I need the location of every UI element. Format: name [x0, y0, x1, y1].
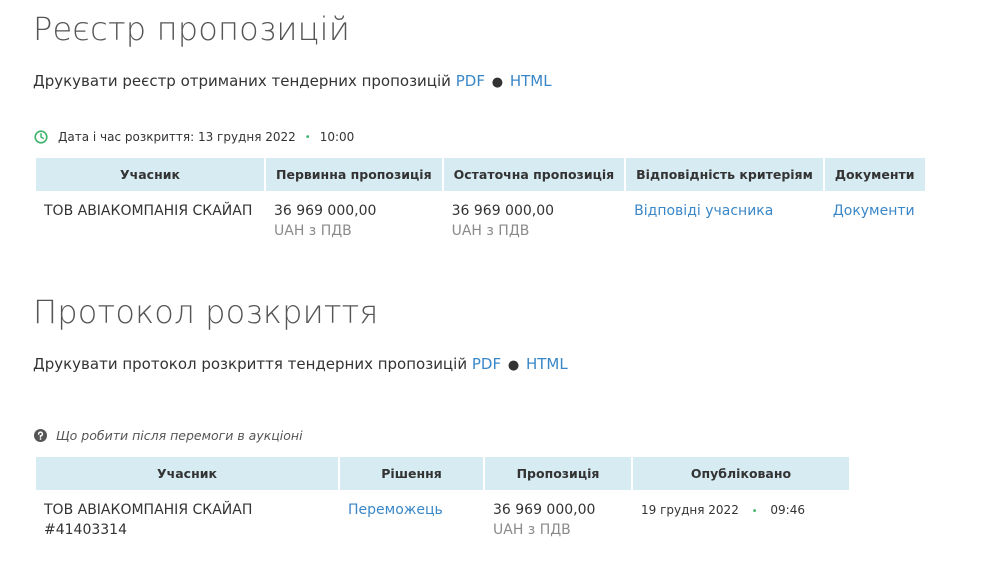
participant-id: #41403314	[44, 522, 127, 538]
table-row: ТОВ АВІАКОМПАНІЯ СКАЙАП #41403314 Перемо…	[36, 490, 849, 540]
participant-name: ТОВ АВІАКОМПАНІЯ СКАЙАП	[44, 502, 253, 518]
offer-cell: 36 969 000,00 UAH з ПДВ	[485, 490, 631, 540]
registry-print-line: Друкувати реєстр отриманих тендерних про…	[33, 72, 552, 90]
col-header-documents: Документи	[824, 158, 925, 191]
initial-offer-cell: 36 969 000,00 UAH з ПДВ	[266, 191, 442, 241]
opening-date-line: Дата і час розкриття: 13 грудня 2022 • 1…	[34, 130, 354, 144]
published-cell: 19 грудня 2022 • 09:46	[633, 490, 849, 540]
participant-name: ТОВ АВІАКОМПАНІЯ СКАЙАП	[44, 203, 253, 219]
protocol-table-header: Учасник Рішення Пропозиція Опубліковано	[36, 457, 849, 490]
col-header-final: Остаточна пропозиція	[443, 158, 625, 191]
registry-table: Учасник Первинна пропозиція Остаточна пр…	[34, 158, 927, 241]
final-offer-cell: 36 969 000,00 UAH з ПДВ	[444, 191, 625, 241]
offer-amount: 36 969 000,00	[493, 502, 596, 518]
dot-separator: •	[304, 131, 311, 143]
published-time: 09:46	[770, 503, 805, 517]
participant-cell: ТОВ АВІАКОМПАНІЯ СКАЙАП #41403314	[36, 490, 338, 540]
final-currency: UAH з ПДВ	[451, 223, 530, 239]
protocol-print-text: Друкувати протокол розкриття тендерних п…	[33, 355, 468, 373]
opening-date-label: Дата і час розкриття: 13 грудня 2022	[58, 130, 296, 144]
opening-time: 10:00	[319, 130, 355, 144]
offer-currency: UAH з ПДВ	[493, 522, 571, 538]
documents-cell: Документи	[825, 191, 925, 241]
protocol-title: Протокол розкриття	[33, 293, 379, 331]
bullet-separator: ●	[507, 358, 520, 373]
protocol-pdf-link[interactable]: PDF	[472, 355, 501, 373]
criteria-cell: Відповіді учасника	[626, 191, 823, 241]
col-header-initial: Первинна пропозиція	[266, 158, 442, 191]
winner-link[interactable]: Переможець	[348, 502, 443, 518]
documents-link[interactable]: Документи	[833, 203, 915, 219]
participant-answers-link[interactable]: Відповіді учасника	[634, 203, 773, 219]
registry-title: Реєстр пропозицій	[33, 10, 351, 48]
protocol-table: Учасник Рішення Пропозиція Опубліковано …	[34, 457, 851, 540]
clock-icon	[34, 130, 48, 144]
registry-pdf-link[interactable]: PDF	[456, 72, 485, 90]
col-header-criteria: Відповідність критеріям	[626, 158, 823, 191]
protocol-html-link[interactable]: HTML	[526, 355, 568, 373]
decision-cell: Переможець	[340, 490, 483, 540]
initial-amount: 36 969 000,00	[274, 203, 377, 219]
question-circle-icon	[34, 429, 47, 442]
final-amount: 36 969 000,00	[451, 203, 555, 219]
col-header-decision: Рішення	[340, 457, 483, 490]
registry-print-text: Друкувати реєстр отриманих тендерних про…	[33, 72, 451, 90]
registry-table-header: Учасник Первинна пропозиція Остаточна пр…	[36, 158, 925, 191]
col-header-published: Опубліковано	[633, 457, 849, 490]
initial-currency: UAH з ПДВ	[274, 223, 352, 239]
protocol-print-line: Друкувати протокол розкриття тендерних п…	[33, 355, 568, 373]
col-header-participant: Учасник	[36, 158, 264, 191]
bullet-separator: ●	[491, 75, 504, 90]
col-header-participant: Учасник	[36, 457, 338, 490]
help-text[interactable]: Що робити після перемоги в аукціоні	[56, 428, 303, 443]
dot-separator: •	[751, 506, 758, 517]
col-header-offer: Пропозиція	[485, 457, 631, 490]
published-date: 19 грудня 2022	[641, 503, 739, 517]
registry-html-link[interactable]: HTML	[510, 72, 552, 90]
help-link-line[interactable]: Що робити після перемоги в аукціоні	[34, 428, 303, 443]
table-row: ТОВ АВІАКОМПАНІЯ СКАЙАП 36 969 000,00 UA…	[36, 191, 925, 241]
